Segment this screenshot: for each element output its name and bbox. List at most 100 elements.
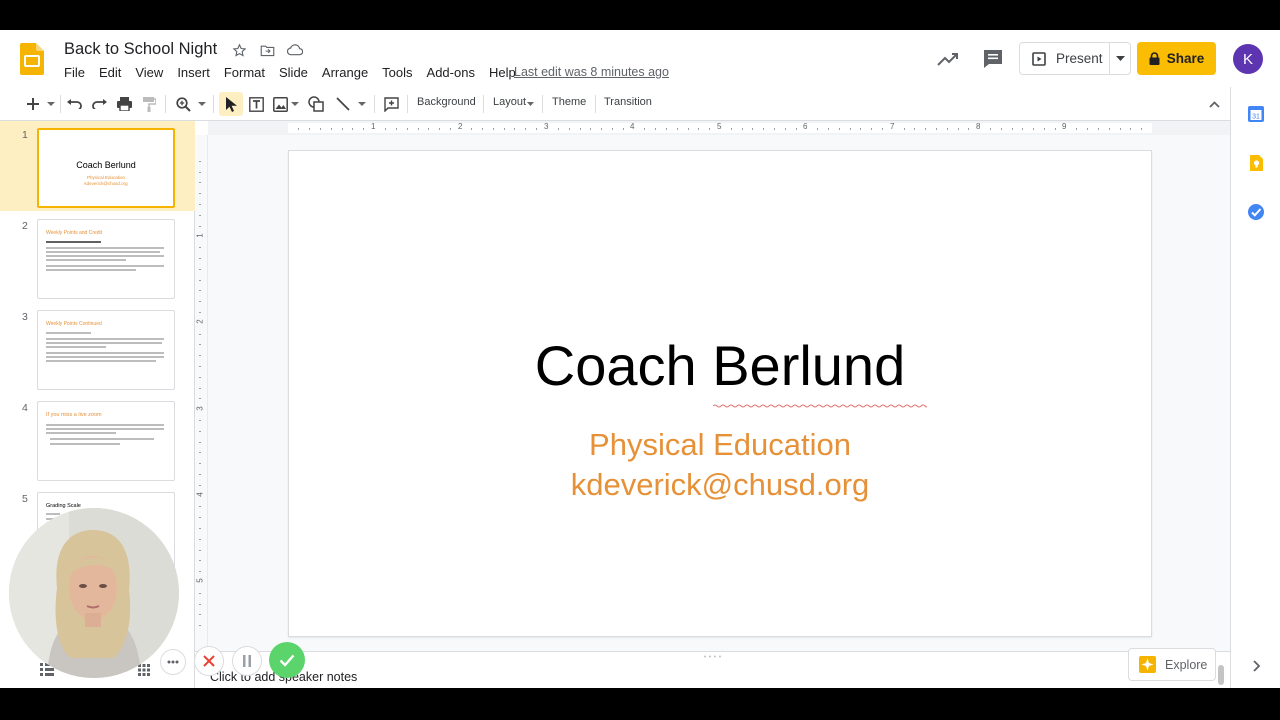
thumbnail-text-line xyxy=(46,255,164,257)
select-cursor-icon[interactable] xyxy=(221,94,241,114)
explore-button[interactable]: Explore xyxy=(1128,648,1216,681)
layout-dropdown-icon[interactable] xyxy=(527,102,534,106)
keep-icon[interactable] xyxy=(1247,154,1265,172)
vertical-ruler: 1 2 3 4 5 xyxy=(195,135,208,675)
move-folder-icon[interactable] xyxy=(257,41,277,59)
ruler-label: 1 xyxy=(195,233,205,238)
theme-button[interactable]: Theme xyxy=(552,96,586,108)
slide-subtitle-line-1[interactable]: Physical Education xyxy=(289,427,1151,463)
ruler-label: 4 xyxy=(630,122,635,131)
menu-slide[interactable]: Slide xyxy=(272,64,315,81)
zoom-dropdown-icon[interactable] xyxy=(195,94,209,114)
paint-format-icon[interactable] xyxy=(139,94,159,114)
slide-title[interactable]: Coach Berlund xyxy=(289,333,1151,398)
present-options-dropdown[interactable] xyxy=(1110,56,1130,61)
thumbnail-text-line xyxy=(46,513,60,515)
last-edit-link[interactable]: Last edit was 8 minutes ago xyxy=(514,65,669,79)
filmstrip-slide-1[interactable]: 1 Coach Berlund Physical Education kdeve… xyxy=(0,121,195,211)
menu-insert[interactable]: Insert xyxy=(170,64,217,81)
slides-logo-icon[interactable] xyxy=(20,43,44,75)
slide-thumbnail[interactable]: If you miss a live zoom xyxy=(37,401,175,481)
chevron-right-icon[interactable] xyxy=(1247,657,1265,675)
filmstrip-slide-2[interactable]: 2 Weekly Points and Credit xyxy=(0,212,195,302)
account-avatar[interactable]: K xyxy=(1233,44,1263,74)
current-slide[interactable]: Coach Berlund Physical Education kdeveri… xyxy=(288,150,1152,637)
transition-button[interactable]: Transition xyxy=(604,96,652,108)
recorder-more-button[interactable] xyxy=(160,649,186,675)
notes-scrollbar[interactable] xyxy=(1218,665,1224,685)
menu-format[interactable]: Format xyxy=(217,64,272,81)
calendar-icon[interactable]: 31 xyxy=(1247,105,1265,123)
slide-subtitle-line-2[interactable]: kdeverick@chusd.org xyxy=(289,467,1151,503)
grid-view-icon[interactable] xyxy=(138,664,150,676)
share-button[interactable]: Share xyxy=(1137,42,1216,75)
document-title[interactable]: Back to School Night xyxy=(64,40,217,59)
svg-text:31: 31 xyxy=(1252,114,1260,121)
menu-file[interactable]: File xyxy=(57,64,92,81)
present-icon xyxy=(1032,51,1046,66)
webcam-bubble[interactable] xyxy=(9,508,179,678)
menu-addons[interactable]: Add-ons xyxy=(420,64,482,81)
shape-icon[interactable] xyxy=(306,94,326,114)
thumbnail-text-line xyxy=(46,259,126,261)
print-icon[interactable] xyxy=(114,94,134,114)
filmstrip-slide-4[interactable]: 4 If you miss a live zoom xyxy=(0,394,195,484)
slide-thumbnail[interactable]: Weekly Points Continued xyxy=(37,310,175,390)
new-slide-icon[interactable] xyxy=(24,94,42,114)
thumbnail-text-line xyxy=(46,269,136,271)
recorder-done-button[interactable] xyxy=(269,642,305,678)
image-dropdown-icon[interactable] xyxy=(290,94,300,114)
explore-star-icon xyxy=(1139,656,1156,673)
toolbar-divider xyxy=(542,95,543,113)
thumbnail-text-line xyxy=(46,352,164,354)
slide-number: 2 xyxy=(22,220,28,232)
activity-dashboard-icon[interactable] xyxy=(936,48,960,70)
slide-thumbnail[interactable]: Coach Berlund Physical Education kdeveri… xyxy=(37,128,175,208)
menu-arrange[interactable]: Arrange xyxy=(315,64,375,81)
speaker-notes-panel[interactable]: Click to add speaker notes xyxy=(195,651,1230,688)
collapse-menus-icon[interactable] xyxy=(1204,94,1224,114)
menu-view[interactable]: View xyxy=(128,64,170,81)
slides-app-window: Back to School Night File Edit View Inse… xyxy=(0,30,1280,688)
thumbnail-text-line xyxy=(46,247,164,249)
zoom-icon[interactable] xyxy=(173,94,193,114)
line-tool-icon[interactable] xyxy=(333,94,353,114)
insert-image-icon[interactable] xyxy=(270,94,290,114)
present-main[interactable]: Present xyxy=(1020,43,1111,74)
slide-thumbnail[interactable]: Weekly Points and Credit xyxy=(37,219,175,299)
thumbnail-text-line xyxy=(46,241,101,243)
text-box-icon[interactable] xyxy=(246,94,266,114)
menu-tools[interactable]: Tools xyxy=(375,64,419,81)
star-icon[interactable] xyxy=(229,41,249,59)
menu-edit[interactable]: Edit xyxy=(92,64,128,81)
toolbar-divider xyxy=(595,95,596,113)
explore-label: Explore xyxy=(1165,657,1208,672)
recorder-pause-button[interactable] xyxy=(232,646,262,676)
new-slide-dropdown-icon[interactable] xyxy=(44,94,58,114)
toolbar-divider xyxy=(483,95,484,113)
add-comment-icon[interactable] xyxy=(381,94,401,114)
filmstrip-slide-3[interactable]: 3 Weekly Points Continued xyxy=(0,303,195,393)
tasks-icon[interactable] xyxy=(1247,203,1265,221)
toolbar-divider xyxy=(213,95,214,113)
more-horizontal-icon xyxy=(167,660,179,664)
layout-button[interactable]: Layout xyxy=(493,96,526,108)
slide-number: 4 xyxy=(22,402,28,414)
cloud-saved-icon[interactable] xyxy=(285,41,305,59)
app-header: Back to School Night File Edit View Inse… xyxy=(0,30,1280,87)
ruler-label: 9 xyxy=(1062,122,1067,131)
toolbar-divider xyxy=(374,95,375,113)
ruler-label: 6 xyxy=(803,122,808,131)
background-button[interactable]: Background xyxy=(417,96,476,108)
resize-handle-icon[interactable] xyxy=(703,655,723,658)
line-dropdown-icon[interactable] xyxy=(356,94,368,114)
recorder-cancel-button[interactable] xyxy=(194,646,224,676)
undo-icon[interactable] xyxy=(64,94,84,114)
slide-number: 5 xyxy=(22,493,28,505)
redo-icon[interactable] xyxy=(89,94,109,114)
thumbnail-text-line xyxy=(46,251,160,253)
thumbnail-title: If you miss a live zoom xyxy=(46,412,102,418)
comment-icon[interactable] xyxy=(982,48,1004,70)
present-button[interactable]: Present xyxy=(1019,42,1131,75)
ruler-label: 1 xyxy=(371,122,376,131)
